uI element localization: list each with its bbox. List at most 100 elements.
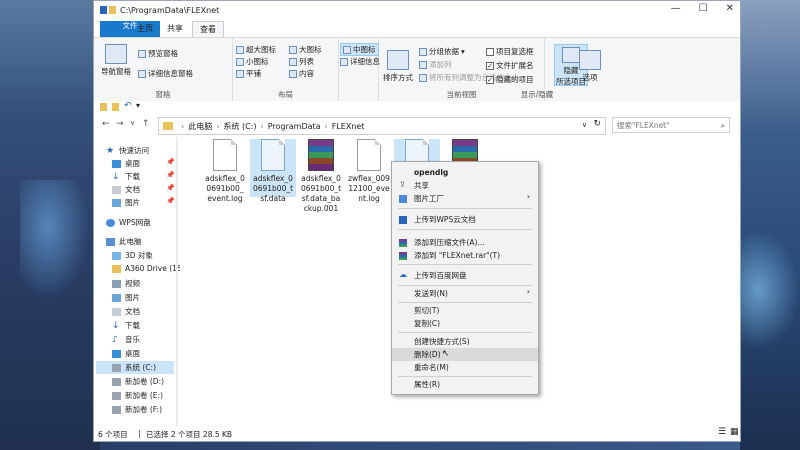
nav-videos[interactable]: 视频: [112, 278, 140, 289]
tab-share[interactable]: 共享: [160, 21, 190, 37]
layout-group: 超大图标 大图标 小图标 列表 平铺 内容 布局: [233, 38, 339, 102]
address-dropdown-icon[interactable]: ∨: [582, 121, 587, 129]
sort-by-button[interactable]: 排序方式: [381, 50, 415, 83]
desktop-wallpaper-right: [740, 0, 800, 450]
menu-item-cut[interactable]: 剪切(T): [392, 304, 538, 317]
nav-pane-button[interactable]: 导航窗格: [98, 44, 134, 77]
back-arrow-icon[interactable]: ←: [102, 119, 110, 129]
file-extensions-toggle[interactable]: ✓ 文件扩展名: [486, 60, 534, 71]
layout-details[interactable]: 详细信息: [340, 56, 380, 67]
menu-item-send-to[interactable]: 发送到(N) ›: [392, 287, 538, 300]
pin-icon[interactable]: 📌: [166, 158, 175, 166]
up-arrow-icon[interactable]: ↑: [142, 119, 150, 129]
menu-item-add-to-flexnet-rar[interactable]: 添加到 "FLEXnet.rar"(T): [392, 249, 538, 262]
nav-a360-drive[interactable]: A360 Drive (15: [112, 264, 182, 273]
menu-item-opendlg[interactable]: opendlg: [392, 166, 538, 179]
layout-tiles[interactable]: 平铺: [236, 68, 261, 79]
menu-item-upload-baidu[interactable]: ☁ 上传到百度网盘: [392, 269, 538, 282]
nav-downloads[interactable]: ↓ 下载: [112, 171, 140, 182]
nav-3d-objects[interactable]: 3D 对象: [112, 250, 153, 261]
details-view-icon[interactable]: ☰: [718, 427, 726, 437]
menu-item-upload-wps[interactable]: 上传到WPS云文档: [392, 213, 538, 226]
layout-large-icons[interactable]: 大图标: [289, 44, 322, 55]
nav-pc-downloads[interactable]: ↓ 下载: [112, 320, 140, 331]
status-divider: |: [138, 429, 141, 438]
file-item[interactable]: zwflex_009 12100_eve nt.log: [346, 139, 392, 203]
forward-arrow-icon[interactable]: →: [116, 119, 124, 129]
tab-view[interactable]: 查看: [192, 21, 224, 38]
recent-locations-icon[interactable]: ∨: [130, 119, 135, 127]
breadcrumb-flexnet[interactable]: FLEXnet: [332, 122, 365, 131]
nav-desktop[interactable]: 桌面: [112, 158, 140, 169]
image-factory-icon: [399, 195, 407, 203]
menu-item-copy[interactable]: 复制(C): [392, 317, 538, 330]
search-input[interactable]: 搜索"FLEXnet" ⌕: [612, 117, 730, 133]
pin-icon[interactable]: 📌: [166, 171, 175, 179]
refresh-icon[interactable]: ↻: [593, 119, 601, 129]
layout-content[interactable]: 内容: [289, 68, 314, 79]
nav-volume-f[interactable]: 新加卷 (F:): [112, 404, 162, 415]
menu-separator: [398, 229, 532, 230]
breadcrumb-c-drive[interactable]: 系统 (C:): [223, 121, 256, 132]
large-icons-view-icon[interactable]: ▦: [730, 427, 739, 437]
maximize-button[interactable]: ☐: [699, 3, 708, 14]
hidden-items-toggle[interactable]: ✓ 隐藏的项目: [486, 74, 534, 85]
layout-small-icons[interactable]: 小图标: [236, 56, 269, 67]
hidden-items-checkbox[interactable]: ✓: [486, 75, 494, 84]
nav-pc-desktop[interactable]: 桌面: [112, 348, 140, 359]
menu-item-image-factory[interactable]: 图片工厂 ›: [392, 192, 538, 205]
layout-xl-icons[interactable]: 超大图标: [236, 44, 276, 55]
menu-item-properties[interactable]: 属性(R): [392, 378, 538, 391]
nav-volume-e[interactable]: 新加卷 (E:): [112, 390, 163, 401]
preview-pane-icon: [138, 49, 146, 58]
nav-documents[interactable]: 文档: [112, 184, 140, 195]
nav-pictures[interactable]: 图片: [112, 197, 140, 208]
nav-system-c[interactable]: 系统 (C:): [96, 361, 174, 374]
menu-item-create-shortcut[interactable]: 创建快捷方式(S): [392, 335, 538, 348]
content-icon: [289, 69, 297, 78]
layout-medium-icons[interactable]: 中图标: [340, 43, 379, 56]
layout-list[interactable]: 列表: [289, 56, 314, 67]
quick-toolbar-icons: [100, 6, 116, 14]
app-icon[interactable]: [100, 6, 107, 14]
nav-music[interactable]: ♪ 音乐: [112, 334, 140, 345]
breadcrumb-this-pc[interactable]: 此电脑: [188, 121, 212, 132]
menu-item-share[interactable]: ⇪ 共享: [392, 179, 538, 192]
item-checkboxes-toggle[interactable]: 项目复选框: [486, 46, 534, 57]
tab-home[interactable]: 主页: [130, 21, 160, 37]
options-button[interactable]: 选项: [578, 50, 602, 83]
pin-icon[interactable]: 📌: [166, 184, 175, 192]
address-bar[interactable]: › 此电脑 › 系统 (C:) › ProgramData › FLEXnet …: [158, 117, 606, 135]
add-columns-button[interactable]: 添加列: [419, 59, 452, 70]
nav-scrollbar[interactable]: [176, 137, 178, 427]
file-item[interactable]: adskflex_0 0691b00_t sf.data: [250, 139, 296, 203]
nav-wps-drive[interactable]: WPS网盘: [106, 217, 151, 228]
close-button[interactable]: ✕: [726, 3, 734, 14]
file-item[interactable]: adskflex_0 0691b00_ event.log: [202, 139, 248, 203]
search-icon[interactable]: ⌕: [721, 118, 725, 134]
nav-quick-access[interactable]: ★ 快速访问: [106, 145, 149, 156]
file-item[interactable]: adskflex_0 0691b00_t sf.data_ba ckup.001: [298, 139, 344, 213]
menu-item-rename[interactable]: 重命名(M): [392, 361, 538, 374]
details-pane-button[interactable]: 详细信息窗格: [138, 68, 193, 79]
window-title: C:\ProgramData\FLEXnet: [120, 6, 220, 15]
nav-pc-documents[interactable]: 文档: [112, 306, 140, 317]
group-by-button[interactable]: 分组依据 ▾: [419, 46, 465, 57]
customize-chevron-icon[interactable]: ▾: [136, 101, 140, 110]
pin-icon[interactable]: 📌: [166, 197, 175, 205]
add-columns-icon: [419, 60, 427, 69]
nav-this-pc[interactable]: 此电脑: [106, 236, 142, 247]
rar-archive-icon: [308, 139, 334, 171]
new-folder-icon[interactable]: [112, 103, 119, 111]
menu-item-add-to-archive[interactable]: 添加到压缩文件(A)...: [392, 236, 538, 249]
properties-icon[interactable]: [100, 103, 107, 111]
file-extensions-checkbox[interactable]: ✓: [486, 61, 494, 70]
nav-pc-pictures[interactable]: 图片: [112, 292, 140, 303]
undo-icon[interactable]: ↶: [124, 101, 132, 111]
menu-item-delete[interactable]: 删除(D) ↖: [392, 348, 538, 361]
item-checkboxes-checkbox[interactable]: [486, 47, 494, 56]
minimize-button[interactable]: —: [671, 3, 681, 14]
nav-volume-d[interactable]: 新加卷 (D:): [112, 376, 164, 387]
preview-pane-button[interactable]: 预览窗格: [138, 48, 178, 59]
breadcrumb-programdata[interactable]: ProgramData: [268, 122, 321, 131]
